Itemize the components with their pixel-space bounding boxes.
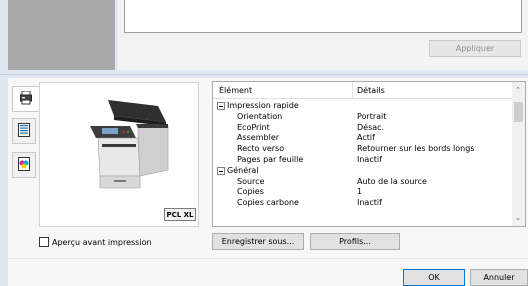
apply-button[interactable]: Appliquer [429, 40, 521, 57]
scroll-up-icon[interactable]: ⌃ [515, 86, 521, 94]
settings-tree[interactable]: Élément Détails Impression rapide Orienta… [212, 81, 526, 227]
tree-row[interactable]: EcoPrint Désac. [213, 123, 513, 134]
column-divider [352, 82, 353, 99]
tree-detail-value: Retourner sur les bords longs [357, 144, 475, 154]
tree-row[interactable]: Copies 1 [213, 187, 513, 198]
tree-group-row[interactable]: Impression rapide [213, 101, 513, 112]
side-tabs [8, 82, 39, 227]
printer-settings-icon [20, 90, 32, 107]
tree-element-label: Copies carbone [237, 198, 299, 208]
tree-element-label: EcoPrint [237, 122, 270, 132]
separator [0, 74, 528, 75]
print-preview-option[interactable]: Aperçu avant impression [39, 237, 152, 247]
tree-element-label: Impression rapide [227, 101, 299, 110]
color-palette-icon [18, 157, 30, 173]
cancel-button[interactable]: Annuler [470, 269, 528, 286]
tree-row[interactable]: Assembler Actif [213, 133, 513, 144]
tree-row[interactable]: Recto verso Retourner sur les bords longs [213, 144, 513, 155]
tree-element-label: Assembler [237, 133, 280, 143]
profiles-button[interactable]: Profils... [310, 233, 400, 250]
tree-row[interactable]: Source Auto de la source [213, 177, 513, 188]
tree-element-label: Général [227, 165, 259, 175]
ok-button[interactable]: OK [403, 269, 465, 286]
tab-document-list[interactable] [12, 118, 36, 144]
settings-text-area[interactable] [124, 0, 522, 33]
tree-detail-value: Auto de la source [357, 176, 427, 186]
print-preview-checkbox[interactable] [39, 237, 49, 247]
top-left-panel [8, 0, 115, 70]
tree-group-row[interactable]: Général [213, 166, 513, 177]
column-header-element[interactable]: Élément [219, 86, 252, 95]
scroll-down-icon[interactable]: ⌄ [515, 214, 521, 222]
tree-element-label: Recto verso [237, 144, 285, 154]
tree-detail-value: Actif [357, 133, 375, 143]
tree-scrollbar[interactable]: ⌃ ⌄ [512, 82, 525, 226]
tree-detail-value: Désac. [357, 122, 385, 132]
tree-row[interactable]: Pages par feuille Inactif [213, 155, 513, 166]
tree-detail-value: Inactif [357, 198, 382, 208]
tree-detail-value: Portrait [357, 111, 387, 121]
pdl-badge: PCL XL [164, 208, 196, 221]
document-list-icon [18, 123, 30, 139]
tree-element-label: Copies [237, 187, 264, 197]
printer-image [88, 96, 170, 192]
collapse-icon[interactable] [217, 166, 225, 175]
tree-element-label: Pages par feuille [237, 155, 304, 164]
tree-header: Élément Détails [213, 82, 513, 99]
tab-color[interactable] [12, 152, 36, 178]
scroll-thumb[interactable] [514, 102, 523, 122]
collapse-icon[interactable] [217, 102, 225, 110]
tree-detail-value: 1 [357, 187, 363, 197]
tree-element-label: Orientation [237, 111, 283, 121]
tree-element-label: Source [237, 176, 265, 186]
tree-row[interactable]: Orientation Portrait [213, 112, 513, 123]
tree-row[interactable]: Copies carbone Inactif [213, 198, 513, 209]
tree-detail-value: Inactif [357, 155, 382, 164]
bottom-separator [8, 258, 528, 259]
column-header-details[interactable]: Détails [357, 86, 385, 95]
tab-printer-settings[interactable] [12, 86, 39, 112]
save-as-button[interactable]: Enregistrer sous... [212, 233, 304, 250]
print-preview-label: Aperçu avant impression [52, 237, 152, 247]
